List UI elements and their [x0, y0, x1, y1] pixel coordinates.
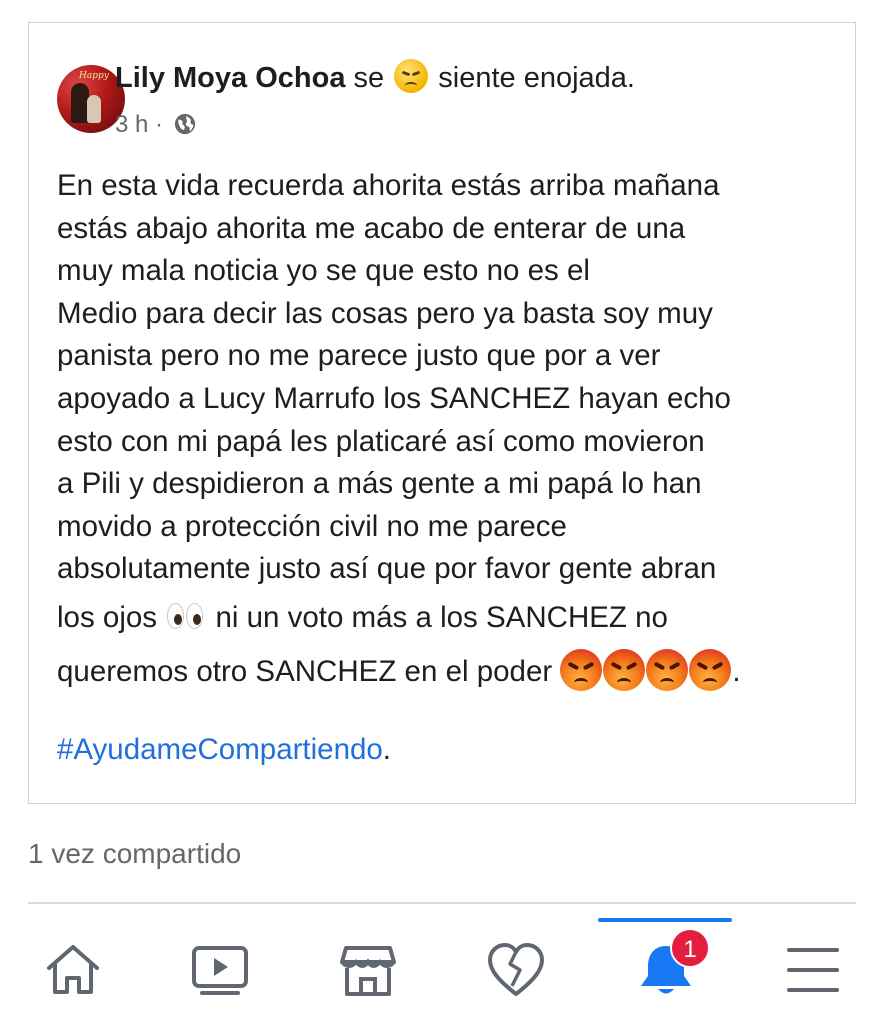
body-text: ni un voto más a los SANCHEZ no — [215, 600, 668, 634]
body-line: absolutamente justo así que por favor ge… — [57, 552, 717, 586]
body-line: panista pero no me parece justo que por … — [57, 339, 661, 373]
menu-icon — [787, 948, 839, 992]
eyes-icon — [165, 601, 207, 631]
avatar-photo-figure — [87, 95, 101, 123]
body-line: estás abajo ahorita me acabo de enterar … — [57, 211, 686, 245]
angry-face-icon — [646, 648, 689, 691]
body-line: En esta vida recuerda ahorita estás arri… — [57, 169, 720, 202]
angry-face-icon — [603, 648, 646, 691]
post-card: Happy Lily Moya Ochoa se siente enojada.… — [28, 22, 856, 804]
body-text: . — [382, 732, 391, 766]
video-icon — [192, 946, 248, 995]
globe-icon[interactable] — [174, 113, 196, 135]
body-text: . — [732, 654, 741, 688]
tab-dating[interactable] — [486, 942, 546, 998]
body-line: apoyado a Lucy Marrufo los SANCHEZ hayan… — [57, 381, 731, 415]
tab-video[interactable] — [190, 942, 250, 998]
hashtag-link[interactable]: #AyudameCompartiendo — [57, 733, 383, 766]
post-body: En esta vida recuerda ahorita estás arri… — [57, 165, 847, 772]
meta-separator: · — [155, 111, 164, 138]
body-line: muy mala noticia yo se que esto no es el — [57, 254, 590, 288]
share-count[interactable]: 1 vez compartido — [28, 838, 241, 870]
home-icon — [47, 945, 99, 994]
tab-marketplace[interactable] — [338, 942, 398, 998]
post-meta: 3 h · — [115, 111, 196, 139]
body-text: los ojos — [57, 600, 158, 634]
heart-icon — [488, 943, 544, 996]
body-line: queremos otro SANCHEZ en el poder . — [57, 645, 847, 699]
tab-menu[interactable] — [783, 942, 843, 998]
feeling-prefix: se — [353, 62, 385, 94]
angry-face-icon — [560, 648, 603, 691]
avatar-photo-text: Happy — [79, 71, 109, 81]
body-line: Medio para decir las cosas pero ya basta… — [57, 296, 713, 330]
notification-badge: 1 — [670, 928, 710, 968]
body-line: los ojos ni un voto más a los SANCHEZ no — [57, 591, 847, 645]
body-line: movido a protección civil no me parece — [57, 509, 567, 543]
divider — [28, 902, 856, 904]
feeling-text: siente enojada. — [438, 62, 635, 94]
body-line: a Pili y despidieron a más gente a mi pa… — [57, 467, 702, 501]
tab-home[interactable] — [43, 942, 103, 998]
post-header: Lily Moya Ochoa se siente enojada. — [115, 59, 635, 95]
body-line: esto con mi papá les platicaré así como … — [57, 424, 705, 458]
author-name[interactable]: Lily Moya Ochoa — [115, 62, 345, 94]
bottom-tab-bar — [0, 918, 886, 1024]
angry-face-icon — [689, 648, 732, 691]
body-line: #AyudameCompartiendo. — [57, 729, 847, 772]
body-text: queremos otro SANCHEZ en el poder — [57, 654, 553, 688]
post-time[interactable]: 3 h — [115, 111, 148, 138]
marketplace-icon — [340, 946, 396, 996]
active-tab-indicator — [598, 918, 732, 922]
angry-face-icon — [394, 59, 429, 93]
